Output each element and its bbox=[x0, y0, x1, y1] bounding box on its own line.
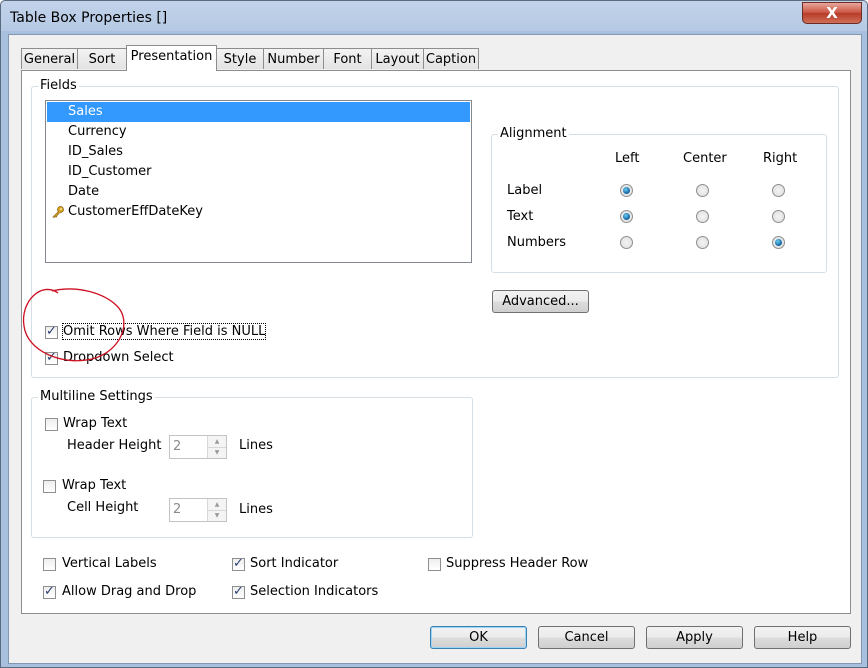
ok-button-label: OK bbox=[469, 630, 488, 645]
chevron-down-icon[interactable]: ▼ bbox=[208, 447, 226, 458]
field-name: ID_Sales bbox=[68, 144, 123, 159]
label-left-radio[interactable] bbox=[620, 184, 633, 197]
suppress-header-label[interactable]: Suppress Header Row bbox=[446, 556, 588, 571]
cell-height-stepper[interactable]: 2 ▲ ▼ bbox=[169, 498, 227, 522]
cell-wrap-checkbox[interactable] bbox=[43, 480, 56, 493]
label-right-radio[interactable] bbox=[772, 184, 785, 197]
list-item[interactable]: CustomerEffDateKey bbox=[47, 202, 470, 222]
cell-height-value: 2 bbox=[173, 502, 182, 517]
close-button[interactable]: X bbox=[802, 2, 862, 24]
list-item[interactable]: Sales bbox=[47, 102, 470, 122]
list-item[interactable]: Date bbox=[47, 182, 470, 202]
cell-lines-label: Lines bbox=[239, 502, 273, 517]
sort-indicator-checkbox[interactable] bbox=[232, 556, 245, 571]
dialog-body: General Sort Presentation Style Number F… bbox=[8, 34, 862, 664]
tab-label: Font bbox=[333, 52, 362, 67]
field-name: CustomerEffDateKey bbox=[68, 204, 203, 219]
alignment-row-text: Text bbox=[507, 209, 534, 224]
alignment-group-label: Alignment bbox=[498, 126, 569, 141]
tab-layout[interactable]: Layout bbox=[371, 48, 424, 69]
alignment-row-label: Label bbox=[507, 183, 543, 198]
key-icon bbox=[52, 206, 64, 218]
help-button[interactable]: Help bbox=[754, 626, 851, 649]
tab-sort[interactable]: Sort bbox=[77, 48, 127, 69]
cell-height-label: Cell Height bbox=[67, 500, 139, 515]
tab-font[interactable]: Font bbox=[323, 48, 372, 69]
stepper-buttons: ▲ ▼ bbox=[207, 499, 226, 521]
tab-number[interactable]: Number bbox=[263, 48, 324, 69]
help-button-label: Help bbox=[787, 630, 818, 645]
header-height-value: 2 bbox=[173, 439, 182, 454]
allow-drag-label[interactable]: Allow Drag and Drop bbox=[62, 584, 196, 599]
tab-style[interactable]: Style bbox=[216, 48, 264, 69]
fields-group-label: Fields bbox=[38, 78, 79, 93]
list-item[interactable]: ID_Sales bbox=[47, 142, 470, 162]
dialog-window: Table Box Properties [] X General Sort P… bbox=[0, 0, 868, 668]
annotation-circle bbox=[22, 288, 125, 362]
selection-indicators-label[interactable]: Selection Indicators bbox=[250, 584, 378, 599]
tab-label: General bbox=[23, 52, 76, 67]
alignment-col-right: Right bbox=[763, 151, 798, 166]
ok-button[interactable]: OK bbox=[430, 626, 527, 649]
selection-indicators-checkbox[interactable] bbox=[232, 584, 245, 599]
cancel-button[interactable]: Cancel bbox=[538, 626, 635, 649]
field-name: Currency bbox=[68, 124, 127, 139]
tab-presentation[interactable]: Presentation bbox=[126, 45, 217, 71]
field-name: ID_Customer bbox=[68, 164, 152, 179]
vertical-labels-checkbox[interactable] bbox=[43, 558, 56, 571]
numbers-center-radio[interactable] bbox=[696, 236, 709, 249]
header-height-label: Header Height bbox=[67, 438, 162, 453]
fields-listbox[interactable]: Sales Currency ID_Sales ID_Customer Date… bbox=[45, 100, 472, 263]
text-center-radio[interactable] bbox=[696, 210, 709, 223]
cell-wrap-label[interactable]: Wrap Text bbox=[62, 478, 126, 493]
allow-drag-checkbox[interactable] bbox=[43, 584, 56, 599]
tab-caption[interactable]: Caption bbox=[423, 48, 479, 69]
tab-label: Style bbox=[223, 52, 257, 67]
stepper-buttons: ▲ ▼ bbox=[207, 436, 226, 458]
chevron-down-icon[interactable]: ▼ bbox=[208, 510, 226, 521]
header-wrap-checkbox[interactable] bbox=[45, 418, 58, 431]
advanced-button-label: Advanced... bbox=[502, 294, 579, 309]
apply-button-label: Apply bbox=[676, 630, 713, 645]
header-height-stepper[interactable]: 2 ▲ ▼ bbox=[169, 435, 227, 459]
apply-button[interactable]: Apply bbox=[646, 626, 743, 649]
tab-label: Layout bbox=[375, 52, 420, 67]
tab-general[interactable]: General bbox=[21, 48, 78, 69]
tab-label: Number bbox=[267, 52, 320, 67]
header-wrap-label[interactable]: Wrap Text bbox=[63, 416, 127, 431]
text-left-radio[interactable] bbox=[620, 210, 633, 223]
numbers-right-radio[interactable] bbox=[772, 236, 785, 249]
tab-label: Caption bbox=[425, 52, 477, 67]
list-item[interactable]: ID_Customer bbox=[47, 162, 470, 182]
field-name: Date bbox=[68, 184, 100, 199]
alignment-col-left: Left bbox=[615, 151, 640, 166]
multiline-group-label: Multiline Settings bbox=[38, 389, 155, 404]
tab-label: Presentation bbox=[130, 49, 213, 64]
vertical-labels-label[interactable]: Vertical Labels bbox=[62, 556, 157, 571]
tab-label: Sort bbox=[88, 52, 116, 67]
presentation-tab-panel: Fields Sales Currency ID_Sales ID_Custom… bbox=[21, 70, 851, 614]
advanced-button[interactable]: Advanced... bbox=[492, 290, 589, 313]
text-right-radio[interactable] bbox=[772, 210, 785, 223]
alignment-col-center: Center bbox=[683, 151, 727, 166]
close-icon: X bbox=[826, 4, 838, 22]
label-center-radio[interactable] bbox=[696, 184, 709, 197]
field-name: Sales bbox=[68, 104, 103, 119]
header-lines-label: Lines bbox=[239, 438, 273, 453]
suppress-header-checkbox[interactable] bbox=[428, 558, 441, 571]
title-bar[interactable]: Table Box Properties [] X bbox=[1, 1, 867, 33]
alignment-row-numbers: Numbers bbox=[507, 235, 566, 250]
window-title: Table Box Properties [] bbox=[10, 10, 168, 26]
sort-indicator-label[interactable]: Sort Indicator bbox=[250, 556, 338, 571]
numbers-left-radio[interactable] bbox=[620, 236, 633, 249]
cancel-button-label: Cancel bbox=[564, 630, 609, 645]
list-item[interactable]: Currency bbox=[47, 122, 470, 142]
